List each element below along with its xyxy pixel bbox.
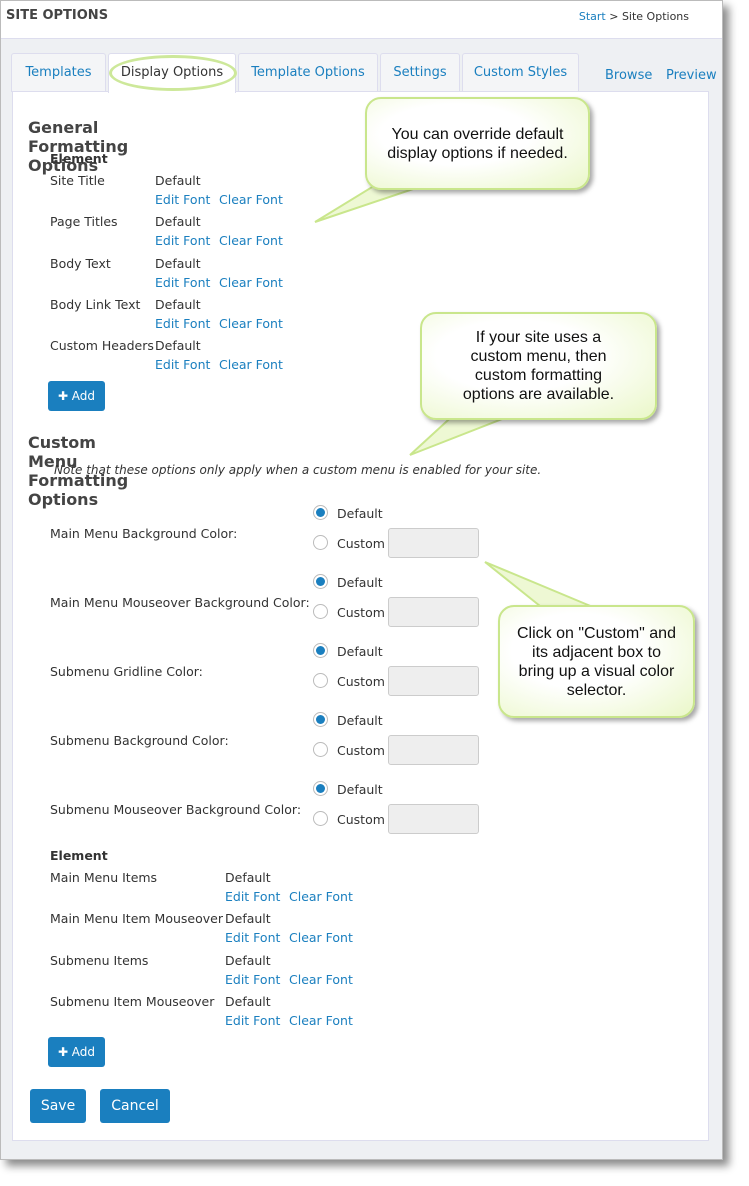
- callout-color-selector: Click on "Custom" and its adjacent box t…: [498, 605, 695, 718]
- callout-override: You can override default display options…: [365, 97, 590, 190]
- callout-custom-menu: If your site uses a custom menu, then cu…: [420, 312, 657, 420]
